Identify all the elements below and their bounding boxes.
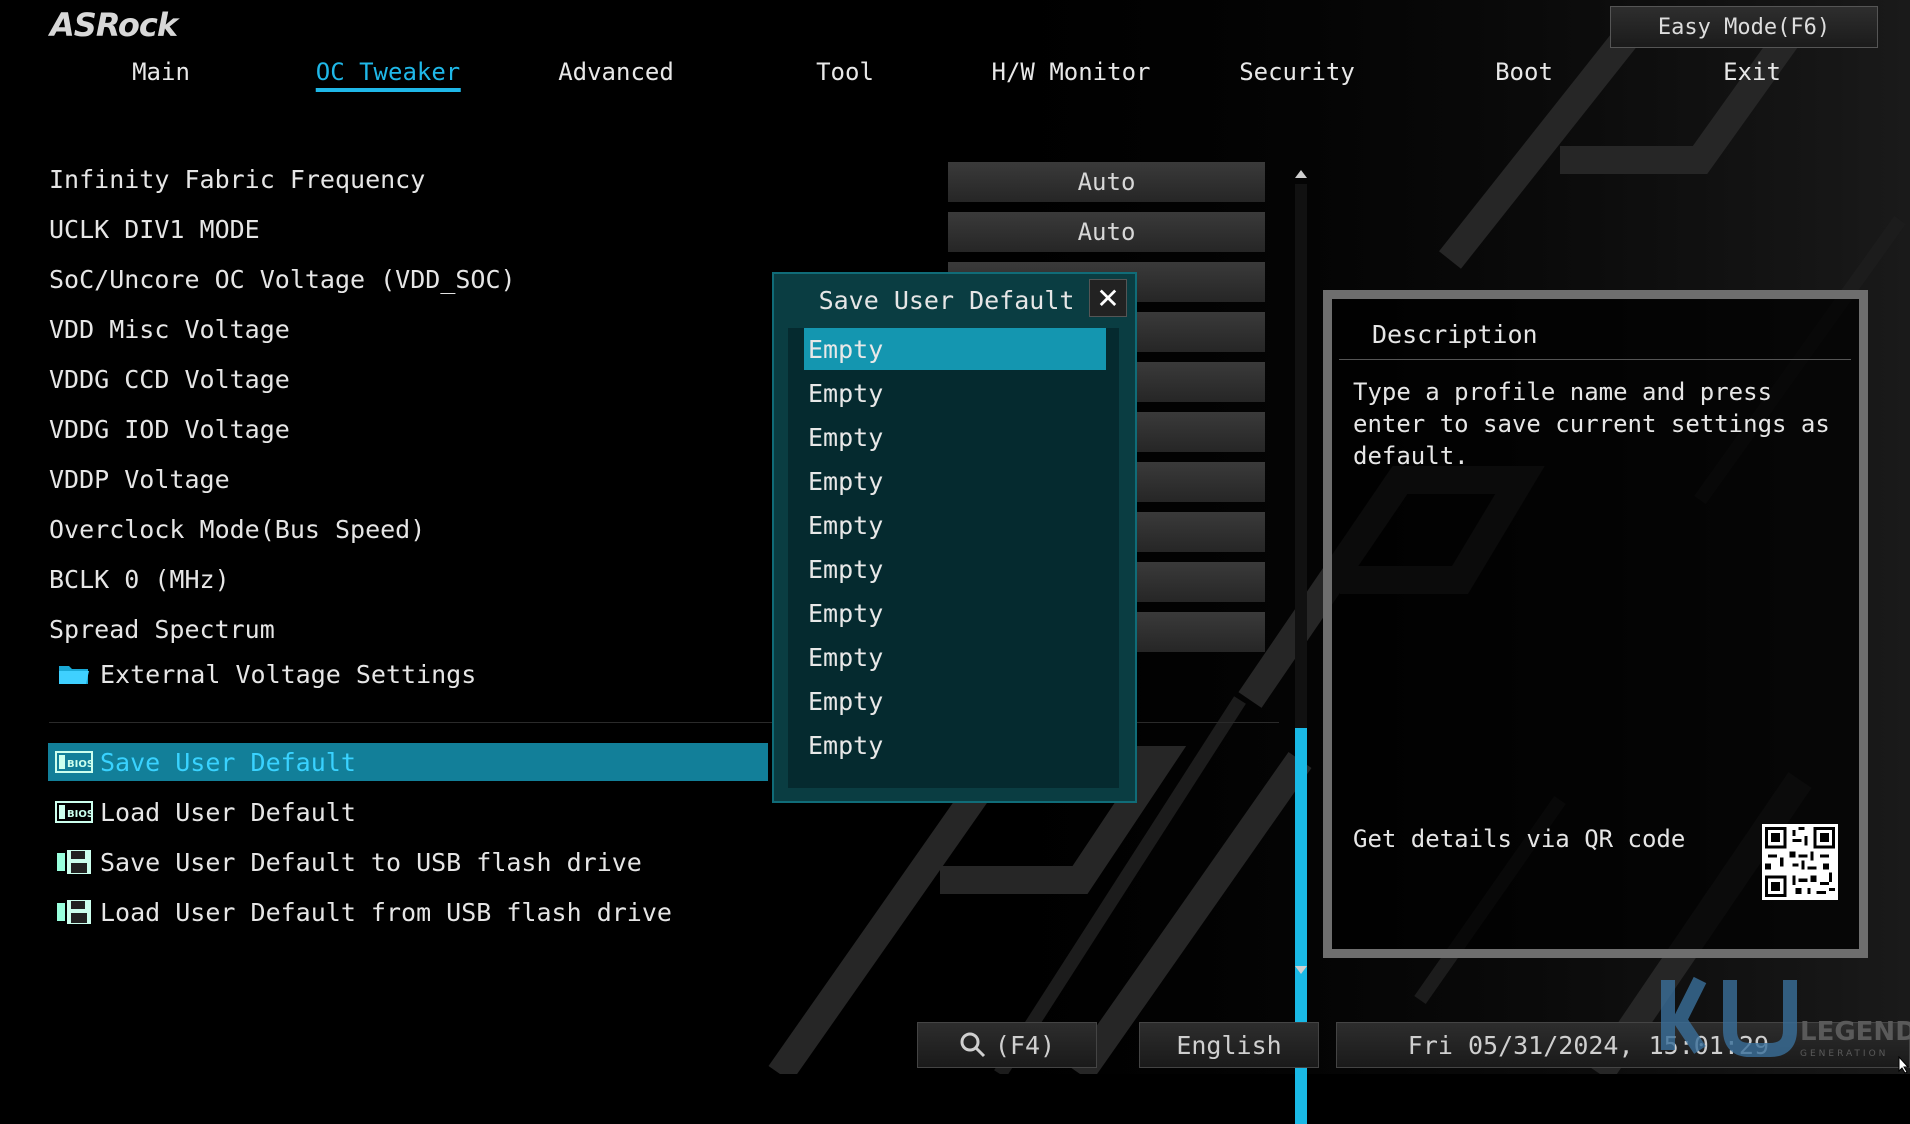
svg-text:BIOS: BIOS (67, 809, 93, 820)
tab-boot[interactable]: Boot (1495, 58, 1553, 86)
tab-tool[interactable]: Tool (816, 58, 874, 86)
profile-slot[interactable]: Empty (804, 636, 1106, 678)
close-button[interactable]: ✕ (1089, 279, 1127, 317)
submenu-label: External Voltage Settings (100, 659, 477, 689)
setting-label[interactable]: VDDP Voltage (49, 465, 230, 494)
scrollbar[interactable] (1293, 168, 1309, 1124)
setting-label[interactable]: UCLK DIV1 MODE (49, 215, 260, 244)
dialog-title: Save User Default (818, 286, 1075, 315)
profile-slot[interactable]: Empty (804, 416, 1106, 458)
save-user-default-dialog: Save User Default ✕ Empty Empty Empty Em… (772, 272, 1137, 803)
setting-label[interactable]: BCLK 0 (MHz) (49, 565, 230, 594)
tab-exit[interactable]: Exit (1723, 58, 1781, 86)
language-button[interactable]: English (1139, 1022, 1319, 1068)
menu-item-label: Save User Default (100, 747, 356, 777)
setting-label[interactable]: Spread Spectrum (49, 615, 275, 644)
submenu-external-voltage-settings[interactable]: External Voltage Settings (48, 655, 476, 693)
tab-security[interactable]: Security (1239, 58, 1355, 86)
profile-slot[interactable]: Empty (804, 328, 1106, 370)
folder-icon (54, 661, 94, 687)
easy-mode-button[interactable]: Easy Mode(F6) (1610, 6, 1878, 48)
setting-label[interactable]: VDDG IOD Voltage (49, 415, 290, 444)
scroll-up-arrow[interactable] (1295, 170, 1307, 178)
tab-advanced[interactable]: Advanced (558, 58, 674, 86)
profile-slot[interactable]: Empty (804, 680, 1106, 722)
setting-label[interactable]: VDDG CCD Voltage (49, 365, 290, 394)
tab-main[interactable]: Main (132, 58, 190, 86)
svg-text:GENERATION: GENERATION (1800, 1049, 1888, 1059)
setting-label[interactable]: SoC/Uncore OC Voltage (VDD_SOC) (49, 265, 516, 294)
menu-item-label: Load User Default from USB flash drive (100, 897, 672, 927)
bios-icon: BIOS (54, 749, 94, 775)
search-icon (959, 1031, 987, 1059)
save-user-default-usb-item[interactable]: Save User Default to USB flash drive (48, 843, 642, 881)
asrock-logo: ASRock (50, 6, 178, 44)
tab-oc-tweaker[interactable]: OC Tweaker (315, 58, 461, 92)
floppy-icon (54, 849, 94, 875)
profile-slot[interactable]: Empty (804, 504, 1106, 546)
save-user-default-item[interactable]: BIOS Save User Default (48, 743, 768, 781)
tab-hw-monitor[interactable]: H/W Monitor (992, 58, 1151, 86)
search-button[interactable]: (F4) (917, 1022, 1097, 1068)
menu-item-label: Save User Default to USB flash drive (100, 847, 642, 877)
description-text: Type a profile name and press enter to s… (1353, 378, 1830, 470)
svg-text:BIOS: BIOS (67, 759, 93, 770)
floppy-icon (54, 899, 94, 925)
svg-text:LEGEND: LEGEND (1800, 1017, 1910, 1047)
menu-item-label: Load User Default (100, 797, 356, 827)
profile-slot-list: Empty Empty Empty Empty Empty Empty Empt… (788, 328, 1119, 788)
profile-slot[interactable]: Empty (804, 460, 1106, 502)
qr-code (1762, 824, 1838, 900)
setting-label[interactable]: Overclock Mode(Bus Speed) (49, 515, 425, 544)
setting-label[interactable]: Infinity Fabric Frequency (49, 165, 425, 194)
description-title: Description (1372, 320, 1538, 349)
profile-slot[interactable]: Empty (804, 724, 1106, 766)
close-icon: ✕ (1096, 281, 1120, 315)
setting-label[interactable]: VDD Misc Voltage (49, 315, 290, 344)
qr-label: Get details via QR code (1353, 825, 1686, 853)
scroll-down-arrow[interactable] (1295, 966, 1307, 974)
load-user-default-usb-item[interactable]: Load User Default from USB flash drive (48, 893, 672, 931)
profile-slot[interactable]: Empty (804, 592, 1106, 634)
search-shortcut-label: (F4) (994, 1030, 1056, 1060)
profile-slot[interactable]: Empty (804, 372, 1106, 414)
load-user-default-item[interactable]: BIOS Load User Default (48, 793, 356, 831)
setting-value-dropdown[interactable]: Auto (948, 162, 1265, 202)
watermark-logo: LEGEND GENERATION (1661, 976, 1910, 1059)
description-divider (1339, 359, 1851, 360)
profile-slot[interactable]: Empty (804, 548, 1106, 590)
mouse-cursor-icon (1898, 1056, 1910, 1074)
setting-value-dropdown[interactable]: Auto (948, 212, 1265, 252)
bios-icon: BIOS (54, 799, 94, 825)
